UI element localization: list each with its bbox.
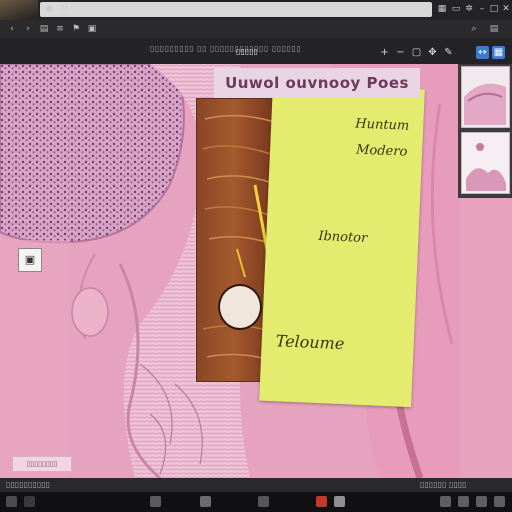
- zoom-in-button[interactable]: +: [378, 46, 391, 59]
- start-icon[interactable]: [6, 496, 17, 507]
- maximize-icon[interactable]: □: [488, 4, 500, 15]
- task-app-icon-3[interactable]: [258, 496, 269, 507]
- grid-icon[interactable]: ▦: [436, 4, 448, 15]
- status-right: ▯▯▯▯▯▯ ▯▯▯▯: [420, 480, 467, 489]
- tissue-lumen: [218, 284, 262, 330]
- back-icon[interactable]: ‹: [6, 23, 18, 35]
- task-app-icon-5[interactable]: [334, 496, 345, 507]
- search-icon[interactable]: ⌕: [468, 23, 480, 35]
- slide-thumbnail-2[interactable]: [461, 132, 510, 194]
- annotate-button[interactable]: ✎: [442, 46, 455, 59]
- scale-bar: ▯▯▯▯▯▯▯▯: [12, 456, 72, 472]
- slide-title-overlay: Uuwol ouvnooy Poes: [214, 68, 420, 98]
- taskbar: [0, 492, 512, 512]
- refresh-icon[interactable]: ↻: [58, 4, 70, 15]
- tray-icon-3[interactable]: [476, 496, 487, 507]
- window-icon[interactable]: ▣: [86, 23, 98, 35]
- annotation-label-top-2: Modero: [355, 142, 408, 160]
- pan-button[interactable]: ✥: [426, 46, 439, 59]
- annotation-label-middle: Ibnotor: [318, 228, 368, 247]
- status-left: ▯▯▯▯▯▯▯▯▯▯: [6, 480, 51, 489]
- slide-thumbnail-1[interactable]: [461, 66, 510, 128]
- tray-icon-1[interactable]: [440, 496, 451, 507]
- image-thumbnail-icon[interactable]: ▣: [18, 248, 42, 272]
- slide-thumbnail-1-image: [462, 67, 509, 127]
- slide-thumbnail-2-image: [462, 133, 509, 193]
- minimize-icon[interactable]: –: [476, 4, 488, 15]
- task-app-icon-1[interactable]: [150, 496, 161, 507]
- task-app-icon-2[interactable]: [200, 496, 211, 507]
- toolbar-caption: ▯▯▯▯▯▯▯▯▯ ▯▯ ▯▯▯▯▯▯▯▯▯▯▯▯ ▯▯▯▯▯▯: [150, 44, 302, 53]
- window-title-strip: [40, 2, 432, 17]
- forward-icon[interactable]: ›: [22, 23, 34, 35]
- toolbar-title: ▯▯▯▯▯: [236, 47, 259, 56]
- measure-button[interactable]: ↔: [476, 46, 489, 59]
- camera-icon[interactable]: ◉: [43, 4, 55, 15]
- tray-icon-4[interactable]: [494, 496, 505, 507]
- tray-icon-2[interactable]: [458, 496, 469, 507]
- layout-button[interactable]: ▦: [492, 46, 505, 59]
- task-search-icon[interactable]: [24, 496, 35, 507]
- annotation-label-top-1: Huntum: [354, 116, 410, 134]
- bookmark-icon[interactable]: ⚑: [70, 23, 82, 35]
- annotation-label-bottom: Teloume: [275, 331, 345, 354]
- settings-icon[interactable]: ✲: [463, 4, 475, 15]
- layers-icon[interactable]: ≡: [54, 23, 66, 35]
- open-icon[interactable]: ▤: [38, 23, 50, 35]
- fit-button[interactable]: ▢: [410, 46, 423, 59]
- tile-icon[interactable]: ▤: [488, 23, 500, 35]
- annotation-note[interactable]: Huntum Modero Ibnotor Teloume: [259, 82, 425, 408]
- folder-icon[interactable]: ▭: [450, 4, 462, 15]
- zoom-out-button[interactable]: −: [394, 46, 407, 59]
- task-app-icon-4[interactable]: [316, 496, 327, 507]
- close-icon[interactable]: ✕: [500, 4, 512, 15]
